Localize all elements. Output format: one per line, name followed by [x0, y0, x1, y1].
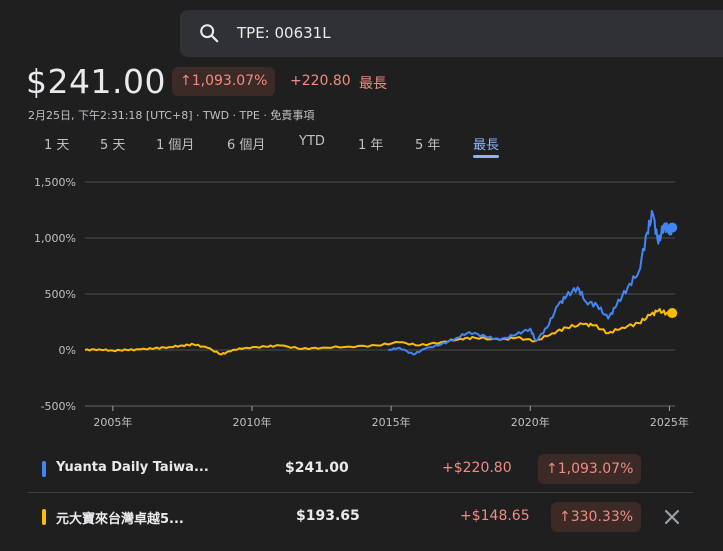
x-tick-label: 2005年: [93, 415, 132, 429]
series-endpoint-dot: [667, 308, 678, 319]
x-tick-label: 2015年: [372, 415, 411, 429]
change-absolute: +220.80: [290, 73, 351, 89]
series-line-primary: [388, 209, 674, 356]
series-change-percent-badge: ↑330.33%: [551, 502, 642, 532]
series-line-comparison: [84, 308, 674, 356]
series-color-marker: [42, 461, 46, 477]
series-change-absolute: +$220.80: [442, 460, 512, 476]
y-tick-label: 0%: [59, 344, 76, 357]
current-price: $241.00: [26, 62, 166, 101]
tab-6-month[interactable]: 6 個月: [227, 134, 265, 153]
series-name[interactable]: Yuanta Daily Taiwa...: [56, 460, 209, 475]
series-change-percent: 330.33%: [570, 509, 634, 525]
performance-chart[interactable]: 1,500% 1,000% 500% 0% -500% 2005年 2010年 2015年 20…: [0, 168, 723, 438]
y-tick-label: 500%: [45, 288, 76, 301]
search-bar[interactable]: TPE: 00631L: [180, 10, 723, 57]
legend-row-primary[interactable]: Yuanta Daily Taiwa... $241.00 +$220.80 ↑…: [28, 446, 693, 493]
series-endpoint-dot: [667, 222, 678, 233]
arrow-up-icon: ↑: [180, 73, 192, 89]
series-name[interactable]: 元大寶來台灣卓越5...: [56, 508, 184, 527]
quote-metadata: 2月25日, 下午2:31:18 [UTC+8] · TWD · TPE · 免…: [28, 109, 315, 122]
tab-1-year[interactable]: 1 年: [358, 134, 383, 153]
series-change-percent: 1,093.07%: [557, 461, 634, 477]
tab-max[interactable]: 最長: [473, 134, 500, 158]
change-percent: 1,093.07%: [191, 73, 268, 89]
series-change-percent-badge: ↑1,093.07%: [538, 454, 642, 484]
y-tick-label: -500%: [41, 400, 76, 413]
legend-row-comparison[interactable]: 元大寶來台灣卓越5... $193.65 +$148.65 ↑330.33%: [28, 494, 693, 540]
change-period-label: 最長: [359, 76, 387, 92]
search-query[interactable]: TPE: 00631L: [237, 24, 331, 42]
x-tick-label: 2010年: [232, 415, 271, 429]
search-icon[interactable]: [198, 22, 220, 44]
tab-1-month[interactable]: 1 個月: [156, 134, 194, 153]
series-change-absolute: +$148.65: [460, 508, 530, 524]
remove-comparison-close-icon[interactable]: [662, 507, 682, 527]
tab-1-day[interactable]: 1 天: [44, 134, 69, 153]
y-tick-label: 1,500%: [34, 176, 76, 189]
tab-5-year[interactable]: 5 年: [415, 134, 440, 153]
arrow-up-icon: ↑: [559, 509, 571, 525]
tab-5-day[interactable]: 5 天: [100, 134, 125, 153]
arrow-up-icon: ↑: [546, 461, 558, 477]
series-price: $241.00: [285, 460, 349, 476]
series-color-marker: [42, 509, 46, 525]
x-tick-label: 2025年: [650, 415, 689, 429]
x-tick-label: 2020年: [511, 415, 550, 429]
y-tick-label: 1,000%: [34, 232, 76, 245]
change-percent-badge: ↑1,093.07%: [172, 67, 276, 96]
tab-ytd[interactable]: YTD: [299, 134, 325, 149]
series-price: $193.65: [296, 508, 360, 524]
